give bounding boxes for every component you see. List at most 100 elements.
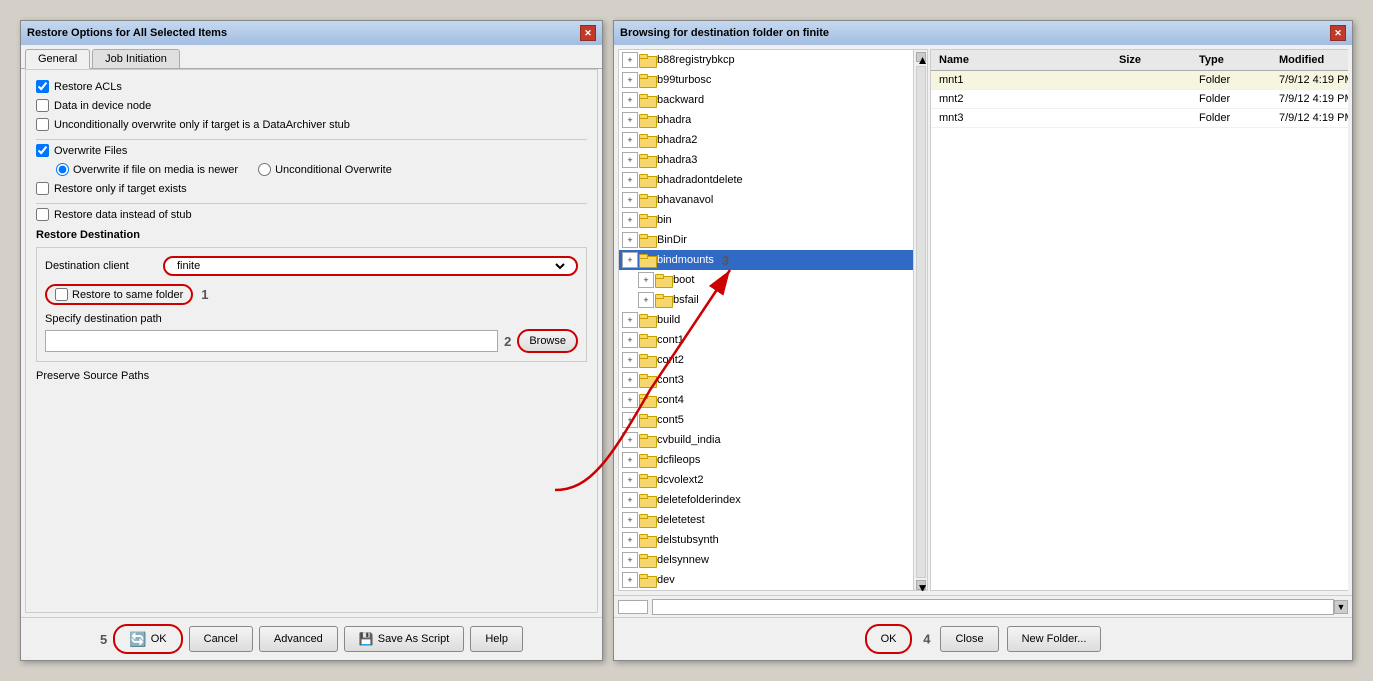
tree-item-bsfail[interactable]: + bsfail [619, 290, 913, 310]
tree-expand-cont4[interactable]: + [622, 392, 638, 408]
tree-item-cont5[interactable]: +cont5 [619, 410, 913, 430]
tree-expand-bhadra3[interactable]: + [622, 152, 638, 168]
destination-client-select[interactable]: finite [173, 259, 568, 273]
data-device-row: Data in device node [36, 99, 587, 112]
browse-button[interactable]: Browse [517, 329, 578, 353]
destination-path-input[interactable] [45, 330, 498, 352]
tree-label-bhadradontdelete: bhadradontdelete [657, 174, 743, 186]
unconditional-overwrite-checkbox[interactable] [36, 118, 49, 131]
tree-expand-bhadra[interactable]: + [622, 112, 638, 128]
overwrite-newer-radio[interactable] [56, 163, 69, 176]
tree-expand-boot[interactable]: + [638, 272, 654, 288]
unconditional-overwrite-radio[interactable] [258, 163, 271, 176]
tree-expand-bindmounts[interactable]: + [622, 252, 638, 268]
tree-expand-dev[interactable]: + [622, 572, 638, 588]
tree-item-dev[interactable]: +dev [619, 570, 913, 590]
ok-button-right[interactable]: OK [867, 626, 911, 652]
details-rows: mnt1Folder7/9/12 4:19 PMmnt2Folder7/9/12… [931, 71, 1348, 128]
restore-only-if-target-label: Restore only if target exists [54, 183, 187, 195]
tree-item-deletefolderindex[interactable]: +deletefolderindex [619, 490, 913, 510]
cancel-button[interactable]: Cancel [189, 626, 253, 652]
restore-only-if-target-checkbox[interactable] [36, 182, 49, 195]
folder-tree[interactable]: +b88registrybkcp+b99turbosc+backward+bha… [618, 49, 914, 591]
folder-icon-bin [639, 214, 655, 226]
tree-label-build: build [657, 314, 680, 326]
tree-item-cont3[interactable]: +cont3 [619, 370, 913, 390]
tree-expand-b88registrybkcp[interactable]: + [622, 52, 638, 68]
tree-label-bsfail: bsfail [673, 294, 699, 306]
right-close-button[interactable]: ✕ [1330, 25, 1346, 41]
close-button[interactable]: Close [940, 626, 998, 652]
tree-item-boot[interactable]: +boot [619, 270, 913, 290]
advanced-button[interactable]: Advanced [259, 626, 338, 652]
folder-icon-cont2 [639, 354, 655, 366]
tree-expand-bhadradontdelete[interactable]: + [622, 172, 638, 188]
tree-expand-cont3[interactable]: + [622, 372, 638, 388]
help-button[interactable]: Help [470, 626, 523, 652]
tree-item-cont4[interactable]: +cont4 [619, 390, 913, 410]
data-device-checkbox[interactable] [36, 99, 49, 112]
tree-expand-bin[interactable]: + [622, 212, 638, 228]
tree-item-delstubsynth[interactable]: +delstubsynth [619, 530, 913, 550]
tree-item-bhavanavol[interactable]: +bhavanavol [619, 190, 913, 210]
tree-item-cont2[interactable]: +cont2 [619, 350, 913, 370]
tab-job-initiation[interactable]: Job Initiation [92, 49, 180, 68]
tree-expand-dcfileops[interactable]: + [622, 452, 638, 468]
tree-expand-cvbuild_india[interactable]: + [622, 432, 638, 448]
tree-item-dcfileops[interactable]: +dcfileops [619, 450, 913, 470]
overwrite-files-label: Overwrite Files [54, 145, 127, 157]
status-expand-btn[interactable]: ▼ [1334, 600, 1348, 614]
tree-item-BinDir[interactable]: +BinDir [619, 230, 913, 250]
tree-expand-cont2[interactable]: + [622, 352, 638, 368]
tree-item-b99turbosc[interactable]: +b99turbosc [619, 70, 913, 90]
tree-expand-bhavanavol[interactable]: + [622, 192, 638, 208]
tree-item-bhadradontdelete[interactable]: + bhadradontdelete [619, 170, 913, 190]
details-row-mnt1[interactable]: mnt1Folder7/9/12 4:19 PM [931, 71, 1348, 90]
content-area: Restore ACLs Data in device node Uncondi… [25, 69, 598, 613]
tree-item-bhadra2[interactable]: +bhadra2 [619, 130, 913, 150]
folder-icon-deletefolderindex [639, 494, 655, 506]
tree-expand-BinDir[interactable]: + [622, 232, 638, 248]
tree-item-cont1[interactable]: +cont1 [619, 330, 913, 350]
restore-acls-checkbox[interactable] [36, 80, 49, 93]
tree-item-delsynnew[interactable]: +delsynnew [619, 550, 913, 570]
tree-item-build[interactable]: + build [619, 310, 913, 330]
details-cell-mnt3-modified: 7/9/12 4:19 PM [1275, 111, 1348, 125]
new-folder-button[interactable]: New Folder... [1007, 626, 1102, 652]
tree-label-bhadra3: bhadra3 [657, 154, 697, 166]
tree-item-bhadra[interactable]: +bhadra [619, 110, 913, 130]
tree-scrollbar[interactable]: ▲ ▼ [914, 49, 928, 591]
tree-expand-bhadra2[interactable]: + [622, 132, 638, 148]
tree-item-dcvolext2[interactable]: +dcvolext2 [619, 470, 913, 490]
tree-expand-bsfail[interactable]: + [638, 292, 654, 308]
restore-acls-label: Restore ACLs [54, 81, 122, 93]
restore-same-folder-checkbox[interactable] [55, 288, 68, 301]
tree-expand-deletetest[interactable]: + [622, 512, 638, 528]
tree-expand-delstubsynth[interactable]: + [622, 532, 638, 548]
col-modified: Modified [1275, 52, 1348, 68]
save-as-script-button[interactable]: 💾 Save As Script [344, 626, 465, 652]
tree-expand-dcvolext2[interactable]: + [622, 472, 638, 488]
tree-expand-build[interactable]: + [622, 312, 638, 328]
tree-expand-deletefolderindex[interactable]: + [622, 492, 638, 508]
overwrite-files-checkbox[interactable] [36, 144, 49, 157]
tree-item-bindmounts[interactable]: +bindmounts3 [619, 250, 913, 270]
tree-expand-b99turbosc[interactable]: + [622, 72, 638, 88]
details-row-mnt2[interactable]: mnt2Folder7/9/12 4:19 PM [931, 90, 1348, 109]
tree-item-b88registrybkcp[interactable]: +b88registrybkcp [619, 50, 913, 70]
tab-general[interactable]: General [25, 49, 90, 69]
restore-data-checkbox[interactable] [36, 208, 49, 221]
tree-item-cvbuild_india[interactable]: +cvbuild_india [619, 430, 913, 450]
tree-expand-backward[interactable]: + [622, 92, 638, 108]
tree-expand-delsynnew[interactable]: + [622, 552, 638, 568]
destination-client-combo-outlined[interactable]: finite [163, 256, 578, 276]
ok-button[interactable]: 🔄 OK [115, 626, 180, 652]
details-row-mnt3[interactable]: mnt3Folder7/9/12 4:19 PM [931, 109, 1348, 128]
tree-item-deletetest[interactable]: +deletetest [619, 510, 913, 530]
tree-item-bin[interactable]: +bin [619, 210, 913, 230]
tree-expand-cont1[interactable]: + [622, 332, 638, 348]
left-close-button[interactable]: ✕ [580, 25, 596, 41]
tree-expand-cont5[interactable]: + [622, 412, 638, 428]
tree-item-bhadra3[interactable]: + bhadra3 [619, 150, 913, 170]
tree-item-backward[interactable]: +backward [619, 90, 913, 110]
